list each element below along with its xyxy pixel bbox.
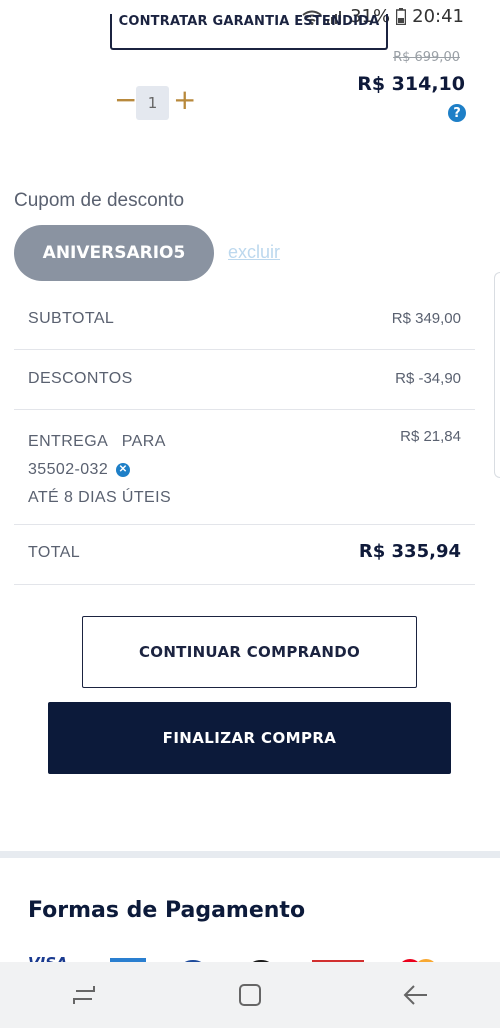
- help-icon[interactable]: ?: [448, 104, 466, 122]
- shipping-eta: ATÉ 8 DIAS ÚTEIS: [28, 489, 172, 506]
- extended-warranty-label: CONTRATAR GARANTIA ESTENDIDA: [118, 14, 380, 29]
- subtotal-value: R$ 349,00: [391, 310, 461, 327]
- continue-shopping-button[interactable]: CONTINUAR COMPRANDO: [82, 616, 417, 688]
- coupon-code-badge: ANIVERSARIO5: [14, 225, 214, 281]
- discounts-row: DESCONTOS R$ -34,90: [14, 350, 475, 410]
- shipping-details: ENTREGA PARA 35502-032 ✕ ATÉ 8 DIAS ÚTEI…: [28, 428, 171, 512]
- shipping-cep: 35502-032: [28, 461, 109, 478]
- discounts-label: DESCONTOS: [28, 370, 133, 387]
- recent-apps-icon[interactable]: [69, 982, 99, 1008]
- coupon-remove-link[interactable]: excluir: [228, 242, 280, 263]
- clock: 20:41: [412, 6, 464, 27]
- checkout-button[interactable]: FINALIZAR COMPRA: [48, 702, 451, 774]
- shipping-label: ENTREGA PARA: [28, 433, 166, 450]
- quantity-increase-button[interactable]: +: [173, 86, 196, 114]
- payment-methods-title: Formas de Pagamento: [28, 898, 306, 923]
- total-value: R$ 335,94: [358, 541, 461, 562]
- battery-icon: [396, 8, 407, 25]
- back-icon[interactable]: [401, 982, 431, 1008]
- quantity-decrease-button[interactable]: −: [114, 86, 137, 114]
- remove-cep-icon[interactable]: ✕: [116, 463, 131, 477]
- total-row: TOTAL R$ 335,94: [14, 525, 475, 585]
- quantity-input[interactable]: 1: [136, 86, 169, 120]
- order-summary: SUBTOTAL R$ 349,00 DESCONTOS R$ -34,90 E…: [14, 290, 475, 585]
- old-price: R$ 699,00: [393, 50, 460, 65]
- subtotal-row: SUBTOTAL R$ 349,00: [14, 290, 475, 350]
- scrollbar[interactable]: [494, 272, 500, 478]
- total-label: TOTAL: [28, 544, 81, 561]
- discounts-value: R$ -34,90: [395, 370, 461, 387]
- system-navigation-bar: [0, 962, 500, 1028]
- shipping-value: R$ 21,84: [400, 428, 461, 445]
- subtotal-label: SUBTOTAL: [28, 310, 115, 327]
- help-symbol: ?: [453, 105, 461, 121]
- section-divider: [0, 851, 500, 858]
- coupon-title: Cupom de desconto: [14, 190, 185, 211]
- product-price: R$ 314,10: [357, 73, 465, 95]
- shipping-cep-line: 35502-032 ✕: [28, 456, 171, 484]
- extended-warranty-button[interactable]: CONTRATAR GARANTIA ESTENDIDA: [110, 14, 388, 50]
- shipping-row: ENTREGA PARA 35502-032 ✕ ATÉ 8 DIAS ÚTEI…: [14, 410, 475, 525]
- home-icon[interactable]: [236, 981, 264, 1009]
